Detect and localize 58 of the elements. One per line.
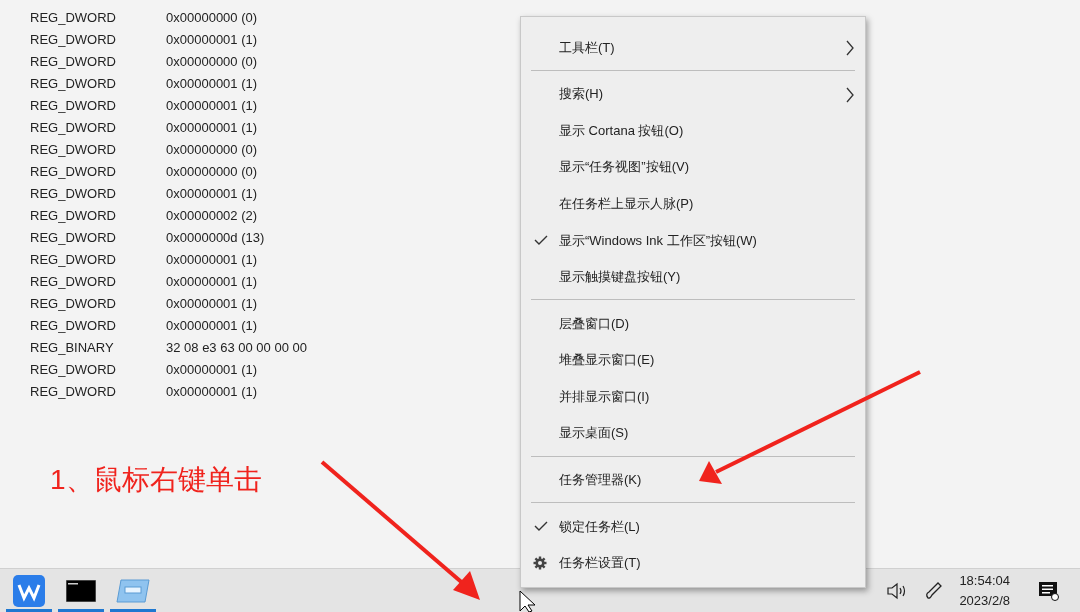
notification-icon[interactable]: [1038, 580, 1060, 601]
value-type: REG_DWORD: [30, 31, 117, 49]
value-data: 0x00000001 (1): [166, 185, 258, 203]
value-data: 0x0000000d (13): [166, 229, 265, 247]
menu-item[interactable]: 搜索(H): [521, 75, 865, 113]
annotation-text: 1、鼠标右键单击: [50, 463, 262, 497]
value-data: 0x00000001 (1): [166, 119, 258, 137]
mouse-cursor-icon: [519, 590, 536, 612]
menu-item[interactable]: 并排显示窗口(I): [521, 378, 865, 415]
menu-item[interactable]: 锁定任务栏(L): [521, 508, 865, 545]
value-data: 32 08 e3 63 00 00 00 00: [166, 339, 307, 357]
menu-item[interactable]: 显示桌面(S): [521, 414, 865, 452]
value-type: REG_DWORD: [30, 361, 117, 379]
value-data: 0x00000001 (1): [166, 317, 258, 335]
menu-item[interactable]: 在任务栏上显示人脉(P): [521, 185, 865, 222]
value-type: REG_BINARY: [30, 339, 115, 357]
value-data: 0x00000001 (1): [166, 97, 258, 115]
wps-app-icon[interactable]: [12, 574, 46, 607]
menu-item[interactable]: 任务管理器(K): [521, 461, 865, 499]
value-data: 0x00000000 (0): [166, 9, 258, 27]
value-data: 0x00000001 (1): [166, 383, 258, 401]
value-type: REG_DWORD: [30, 317, 117, 335]
value-data: 0x00000000 (0): [166, 53, 258, 71]
value-type: REG_DWORD: [30, 75, 117, 93]
value-type: REG_DWORD: [30, 97, 117, 115]
menu-item[interactable]: 任务栏设置(T): [521, 544, 865, 582]
value-type: REG_DWORD: [30, 295, 117, 313]
value-data: 0x00000001 (1): [166, 295, 258, 313]
value-type: REG_DWORD: [30, 251, 117, 269]
settings-icon: [533, 555, 547, 570]
value-type: REG_DWORD: [30, 207, 117, 225]
value-type: REG_DWORD: [30, 141, 117, 159]
value-type: REG_DWORD: [30, 383, 117, 401]
clock-time: 18:54:04: [959, 571, 1010, 590]
menu-item[interactable]: 显示“Windows Ink 工作区”按钮(W): [521, 221, 865, 259]
clock-date: 2023/2/8: [959, 591, 1010, 610]
value-data: 0x00000000 (0): [166, 163, 258, 181]
value-type: REG_DWORD: [30, 9, 117, 27]
value-data: 0x00000001 (1): [166, 273, 258, 291]
value-type: REG_DWORD: [30, 163, 117, 181]
value-data: 0x00000001 (1): [166, 31, 258, 49]
menu-item[interactable]: 堆叠显示窗口(E): [521, 341, 865, 379]
menu-item[interactable]: 层叠窗口(D): [521, 305, 865, 342]
menu-item[interactable]: 显示“任务视图”按钮(V): [521, 148, 865, 186]
value-data: 0x00000000 (0): [166, 141, 258, 159]
value-type: REG_DWORD: [30, 273, 117, 291]
value-data: 0x00000002 (2): [166, 207, 258, 225]
value-data: 0x00000001 (1): [166, 75, 258, 93]
value-type: REG_DWORD: [30, 229, 117, 247]
value-data: 0x00000001 (1): [166, 251, 258, 269]
value-type: REG_DWORD: [30, 119, 117, 137]
menu-item[interactable]: 显示 Cortana 按钮(O): [521, 112, 865, 149]
terminal-app-icon[interactable]: [66, 579, 96, 602]
menu-item[interactable]: 显示触摸键盘按钮(Y): [521, 258, 865, 296]
value-type: REG_DWORD: [30, 185, 117, 203]
value-type: REG_DWORD: [30, 53, 117, 71]
value-data: 0x00000001 (1): [166, 361, 258, 379]
menu-item[interactable]: 工具栏(T): [521, 29, 865, 66]
